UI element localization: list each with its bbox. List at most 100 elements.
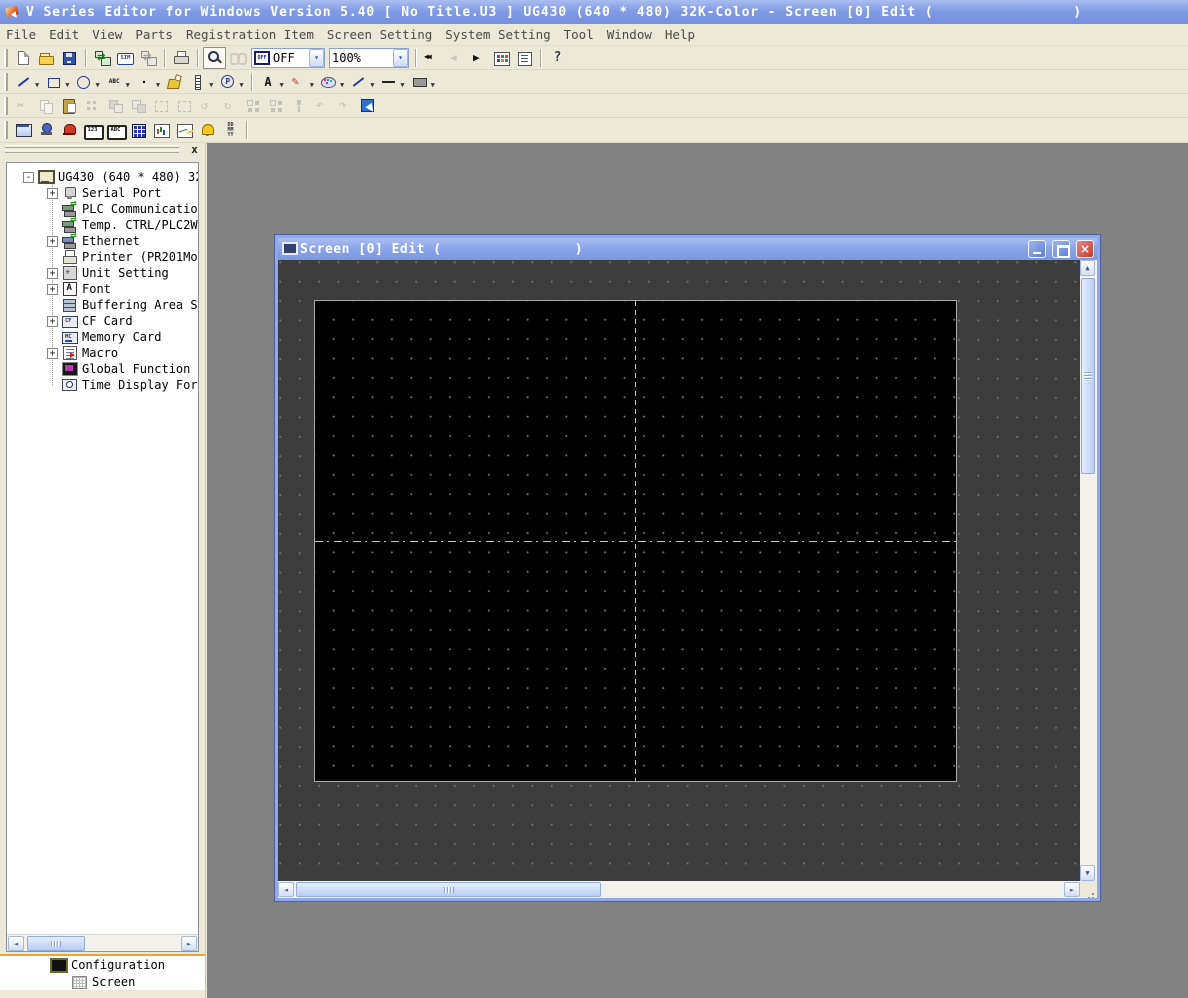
tree-item-cf-card[interactable]: + CF Card — [11, 313, 198, 329]
line-color-button[interactable] — [347, 71, 370, 93]
char-color-dropdown[interactable]: ▼ — [280, 81, 284, 89]
scroll-down-icon[interactable]: ▼ — [1080, 865, 1095, 881]
line-tool-button[interactable] — [12, 71, 35, 93]
next-screen-button[interactable] — [467, 47, 490, 69]
scroll-right-icon[interactable]: ► — [181, 936, 197, 951]
parts-place-dropdown[interactable]: ▼ — [239, 81, 243, 89]
expand-toggle[interactable]: + — [47, 188, 58, 199]
cut-button[interactable] — [12, 95, 35, 117]
expand-toggle[interactable]: - — [23, 172, 34, 183]
tree-item-memory-card[interactable]: Memory Card — [11, 329, 198, 345]
canvas-hscroll-thumb[interactable] — [296, 882, 601, 897]
undo-button[interactable] — [311, 95, 334, 117]
first-screen-button[interactable] — [421, 47, 444, 69]
toolbar-gripper[interactable] — [4, 121, 8, 139]
tree-item-time-display-format[interactable]: Time Display Format — [11, 377, 198, 393]
scroll-up-icon[interactable]: ▲ — [1080, 260, 1095, 276]
menu-view[interactable]: View — [92, 27, 122, 42]
pen-color-button[interactable] — [287, 71, 310, 93]
menu-parts[interactable]: Parts — [135, 27, 173, 42]
rotate-left-button[interactable] — [196, 95, 219, 117]
text-tool-button[interactable]: ABC — [103, 71, 126, 93]
menu-edit[interactable]: Edit — [49, 27, 79, 42]
circle-tool-dropdown[interactable]: ▼ — [95, 81, 99, 89]
close-button[interactable]: × — [1076, 240, 1094, 258]
menu-system-setting[interactable]: System Setting — [445, 27, 550, 42]
pen-color-dropdown[interactable]: ▼ — [310, 81, 314, 89]
window-titlebar[interactable]: V Series Editor for Windows Version 5.40… — [0, 0, 1188, 24]
tree-item-plc-communication[interactable]: PLC Communication(M — [11, 201, 198, 217]
expand-toggle[interactable]: + — [47, 236, 58, 247]
print-button[interactable] — [170, 47, 193, 69]
scroll-left-icon[interactable]: ◄ — [8, 936, 24, 951]
menu-file[interactable]: File — [6, 27, 36, 42]
tree-item-buffering-area[interactable]: Buffering Area Sett — [11, 297, 198, 313]
pin-button[interactable] — [288, 95, 311, 117]
zoom-tool-button[interactable] — [203, 47, 226, 69]
tree-item-temp-ctrl[interactable]: Temp. CTRL/PLC2Way — [11, 217, 198, 233]
lamp-part-button[interactable] — [35, 119, 58, 141]
expand-toggle[interactable]: + — [47, 268, 58, 279]
open-button[interactable] — [35, 47, 58, 69]
simulator-button[interactable]: SIM — [114, 47, 137, 69]
resize-grip[interactable] — [1080, 881, 1097, 898]
tree-item-ug430[interactable]: - UG430 (640 * 480) 32K- — [11, 169, 198, 185]
toolbar-gripper[interactable] — [4, 73, 8, 91]
keypad-part-button[interactable] — [127, 119, 150, 141]
language-off-combo[interactable]: OFF OFF ▾ — [251, 48, 325, 68]
copy-button[interactable] — [35, 95, 58, 117]
bring-to-front-button[interactable] — [104, 95, 127, 117]
text-tool-dropdown[interactable]: ▼ — [126, 81, 130, 89]
palette-button[interactable] — [317, 71, 340, 93]
alarm-part-button[interactable] — [58, 119, 81, 141]
line-type-button[interactable] — [377, 71, 400, 93]
multi-copy-button[interactable] — [81, 95, 104, 117]
ungroup-button[interactable] — [173, 95, 196, 117]
trend-part-button[interactable] — [173, 119, 196, 141]
screen-list-button[interactable] — [490, 47, 513, 69]
calendar-part-button[interactable]: DD MM YY — [219, 119, 242, 141]
new-button[interactable] — [12, 47, 35, 69]
dropdown-arrow-icon[interactable]: ▾ — [393, 49, 408, 67]
line-type-dropdown[interactable]: ▼ — [400, 81, 404, 89]
parts-place-button[interactable]: P — [216, 71, 239, 93]
scroll-right-icon[interactable]: ► — [1064, 882, 1080, 897]
menu-registration-item[interactable]: Registration Item — [186, 27, 314, 42]
screen-edit-titlebar[interactable]: Screen [0] Edit ( ) × — [278, 238, 1097, 260]
expand-toggle[interactable]: + — [47, 284, 58, 295]
toolbar-gripper[interactable] — [4, 49, 8, 67]
redo-button[interactable] — [334, 95, 357, 117]
tree-item-printer[interactable]: Printer (PR201Monoch — [11, 249, 198, 265]
circle-tool-button[interactable] — [72, 71, 95, 93]
group-button[interactable] — [150, 95, 173, 117]
minimize-button[interactable] — [1028, 240, 1046, 258]
graph-part-button[interactable] — [150, 119, 173, 141]
expand-toggle[interactable]: + — [47, 316, 58, 327]
screen-canvas[interactable] — [315, 301, 956, 781]
line-tool-dropdown[interactable]: ▼ — [35, 81, 39, 89]
scroll-left-icon[interactable]: ◄ — [278, 882, 294, 897]
previous-screen-button[interactable] — [444, 47, 467, 69]
screen-edit-canvas-area[interactable]: ◄ ► ▲ ▼ — [278, 260, 1097, 898]
rectangle-tool-dropdown[interactable]: ▼ — [65, 81, 69, 89]
tree-horizontal-scrollbar[interactable]: ◄ ► — [7, 934, 198, 951]
numerical-display-button[interactable]: 123 — [81, 119, 104, 141]
view-grid-button[interactable] — [226, 47, 249, 69]
character-display-button[interactable]: ABC — [104, 119, 127, 141]
tree-item-font[interactable]: + Font — [11, 281, 198, 297]
tab-screen[interactable]: Screen — [0, 973, 205, 990]
scale-tool-dropdown[interactable]: ▼ — [209, 81, 213, 89]
transfer-button[interactable] — [91, 47, 114, 69]
zoom-combo[interactable]: 100% ▾ — [329, 48, 409, 68]
paint-tool-button[interactable] — [163, 71, 186, 93]
dropdown-arrow-icon[interactable]: ▾ — [309, 49, 324, 67]
item-list-button[interactable] — [513, 47, 536, 69]
distribute-button[interactable] — [265, 95, 288, 117]
switch-part-button[interactable] — [12, 119, 35, 141]
maximize-button[interactable] — [1052, 240, 1070, 258]
toolbar-gripper[interactable] — [4, 97, 8, 115]
panel-gripper[interactable] — [5, 145, 179, 148]
rotate-right-button[interactable] — [219, 95, 242, 117]
canvas-vscroll-thumb[interactable] — [1081, 278, 1095, 474]
tree-item-serial-port[interactable]: + Serial Port — [11, 185, 198, 201]
